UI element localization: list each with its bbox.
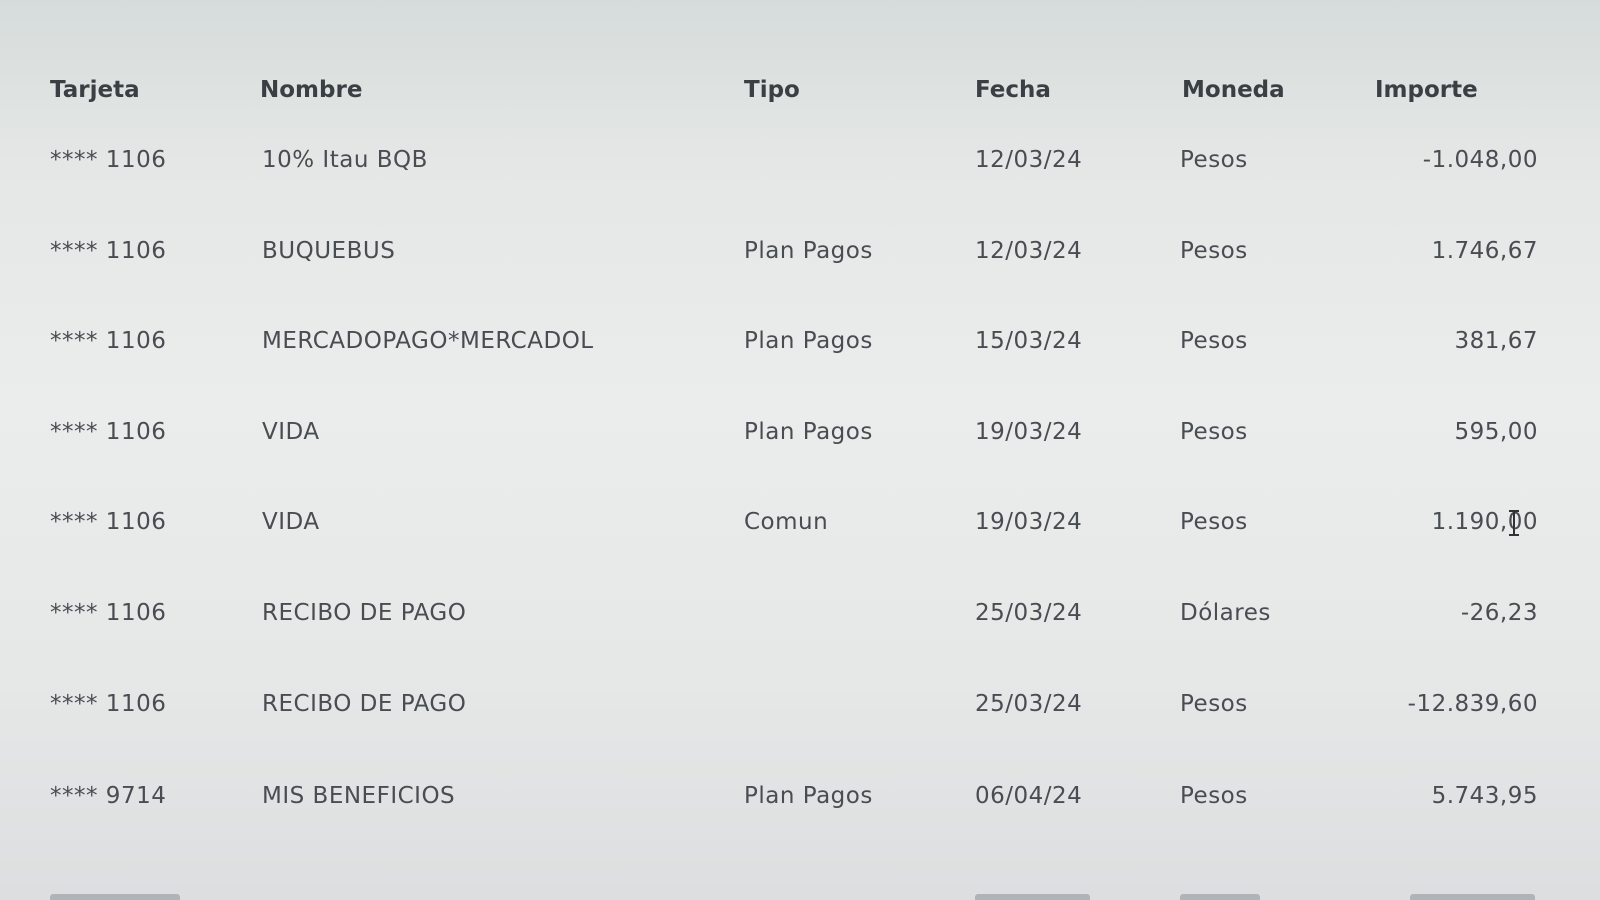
cell-tarjeta: **** 1106 <box>50 328 167 354</box>
column-header-tipo[interactable]: Tipo <box>744 66 800 114</box>
cell-tarjeta: **** 1106 <box>50 238 167 264</box>
cell-nombre: BUQUEBUS <box>262 238 396 264</box>
cell-nombre: VIDA <box>262 509 320 535</box>
cell-importe: 1.190,00 <box>1431 509 1538 535</box>
partial-cell <box>50 894 180 900</box>
cell-moneda: Pesos <box>1180 328 1248 354</box>
cell-importe: -12.839,60 <box>1407 691 1538 717</box>
cell-tarjeta: **** 1106 <box>50 509 167 535</box>
cell-moneda: Pesos <box>1180 419 1248 445</box>
cell-nombre: VIDA <box>262 419 320 445</box>
table-row[interactable]: **** 1106 BUQUEBUS Plan Pagos 12/03/24 P… <box>0 221 1600 281</box>
cell-tipo: Plan Pagos <box>744 783 873 809</box>
cell-moneda: Pesos <box>1180 147 1248 173</box>
column-header-tarjeta[interactable]: Tarjeta <box>50 66 140 114</box>
column-header-moneda[interactable]: Moneda <box>1182 66 1285 114</box>
table-header: Tarjeta Nombre Tipo Fecha Moneda Importe <box>0 66 1600 114</box>
partial-cell <box>975 894 1090 900</box>
cell-importe: 381,67 <box>1454 328 1538 354</box>
table-row[interactable]: **** 1106 RECIBO DE PAGO 25/03/24 Pesos … <box>0 674 1600 734</box>
column-header-nombre[interactable]: Nombre <box>260 66 362 114</box>
column-header-importe[interactable]: Importe <box>1375 66 1478 114</box>
cell-fecha: 15/03/24 <box>975 328 1083 354</box>
text-cursor-icon <box>1508 510 1520 536</box>
cell-importe: 5.743,95 <box>1431 783 1538 809</box>
cell-nombre: RECIBO DE PAGO <box>262 691 467 717</box>
cell-moneda: Pesos <box>1180 238 1248 264</box>
cell-importe: -1.048,00 <box>1422 147 1538 173</box>
cell-tarjeta: **** 1106 <box>50 600 167 626</box>
partial-cell <box>1410 894 1535 900</box>
cell-moneda: Dólares <box>1180 600 1271 626</box>
cell-tipo: Plan Pagos <box>744 238 873 264</box>
cell-fecha: 12/03/24 <box>975 238 1083 264</box>
cell-tarjeta: **** 1106 <box>50 691 167 717</box>
table-row[interactable]: **** 1106 VIDA Plan Pagos 19/03/24 Pesos… <box>0 402 1600 462</box>
table-row[interactable]: **** 1106 VIDA Comun 19/03/24 Pesos 1.19… <box>0 492 1600 552</box>
transactions-screen: Tarjeta Nombre Tipo Fecha Moneda Importe… <box>0 0 1600 900</box>
cell-tipo: Plan Pagos <box>744 328 873 354</box>
column-header-fecha[interactable]: Fecha <box>975 66 1051 114</box>
table-row[interactable]: **** 1106 MERCADOPAGO*MERCADOL Plan Pago… <box>0 311 1600 371</box>
cell-fecha: 12/03/24 <box>975 147 1083 173</box>
cell-nombre: MERCADOPAGO*MERCADOL <box>262 328 594 354</box>
cell-moneda: Pesos <box>1180 509 1248 535</box>
cell-fecha: 06/04/24 <box>975 783 1083 809</box>
cell-tarjeta: **** 1106 <box>50 147 167 173</box>
table-row[interactable]: **** 1106 10% Itau BQB 12/03/24 Pesos -1… <box>0 130 1600 190</box>
cell-tipo: Plan Pagos <box>744 419 873 445</box>
cell-moneda: Pesos <box>1180 691 1248 717</box>
cell-fecha: 19/03/24 <box>975 419 1083 445</box>
table-row[interactable]: **** 9714 MIS BENEFICIOS Plan Pagos 06/0… <box>0 766 1600 826</box>
cell-fecha: 25/03/24 <box>975 600 1083 626</box>
cell-nombre: RECIBO DE PAGO <box>262 600 467 626</box>
cell-tipo: Comun <box>744 509 829 535</box>
cell-nombre: MIS BENEFICIOS <box>262 783 456 809</box>
cell-moneda: Pesos <box>1180 783 1248 809</box>
cell-tarjeta: **** 9714 <box>50 783 167 809</box>
cell-fecha: 25/03/24 <box>975 691 1083 717</box>
cell-tarjeta: **** 1106 <box>50 419 167 445</box>
cell-importe: 595,00 <box>1454 419 1538 445</box>
cell-importe: 1.746,67 <box>1431 238 1538 264</box>
partial-cell <box>1180 894 1260 900</box>
cell-nombre: 10% Itau BQB <box>262 147 428 173</box>
cell-importe: -26,23 <box>1460 600 1538 626</box>
table-row[interactable]: **** 1106 RECIBO DE PAGO 25/03/24 Dólare… <box>0 583 1600 643</box>
table-row-partial <box>0 886 1600 900</box>
cell-fecha: 19/03/24 <box>975 509 1083 535</box>
